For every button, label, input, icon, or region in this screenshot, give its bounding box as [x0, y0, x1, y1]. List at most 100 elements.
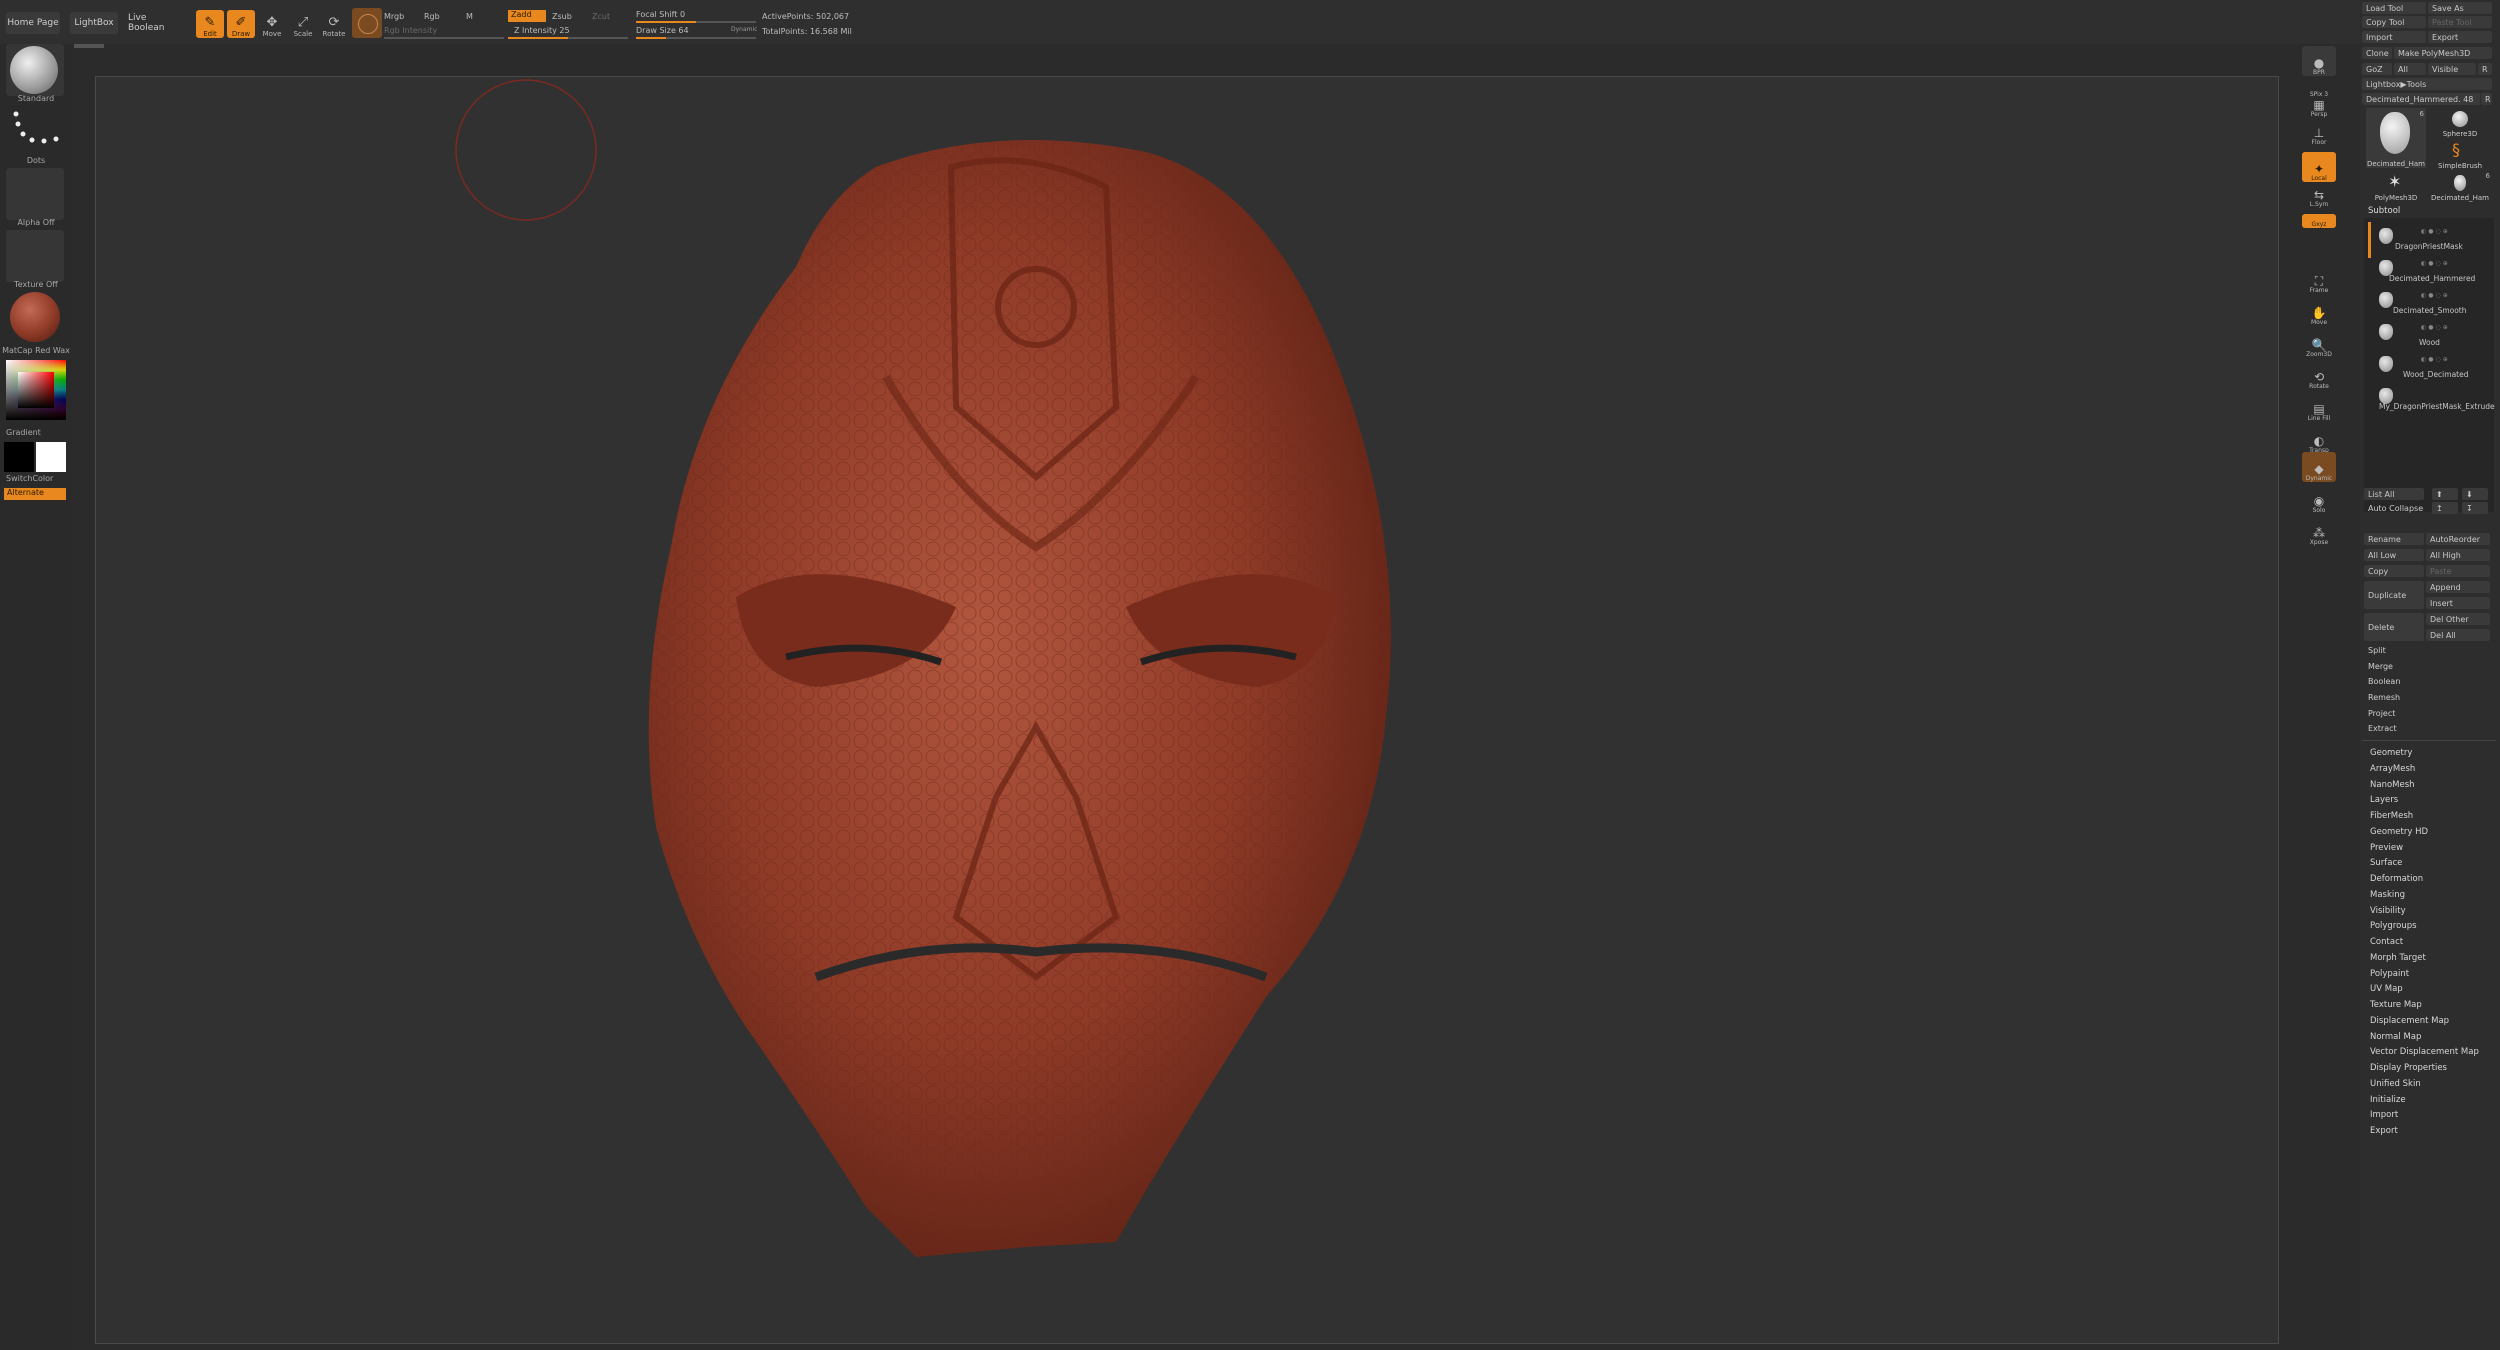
local-button[interactable]: ✦ Local: [2302, 152, 2336, 182]
document-canvas[interactable]: [95, 76, 2279, 1344]
list-all-button[interactable]: List All: [2364, 488, 2424, 500]
gxyz-button[interactable]: Gxyz: [2302, 214, 2336, 228]
live-boolean-button[interactable]: Live Boolean: [128, 12, 184, 34]
subtool-toggles[interactable]: ◐●◌⊕: [2421, 356, 2450, 363]
autoreorder-button[interactable]: AutoReorder: [2426, 533, 2490, 545]
rotate-view-button[interactable]: ⟲ Rotate: [2302, 360, 2336, 390]
menu-contact[interactable]: Contact: [2370, 937, 2403, 947]
dynamic-toggle[interactable]: Dynamic: [731, 26, 757, 33]
alpha-button[interactable]: [6, 168, 64, 220]
export-button[interactable]: Export: [2428, 31, 2492, 43]
tool-thumb-sphere3d[interactable]: Sphere3D: [2428, 108, 2492, 138]
all-button[interactable]: All: [2394, 63, 2426, 75]
menu-fibermesh[interactable]: FiberMesh: [2370, 811, 2413, 821]
menu-texture-map[interactable]: Texture Map: [2370, 1000, 2422, 1010]
auto-collapse-button[interactable]: Auto Collapse: [2364, 502, 2424, 514]
r-button-2[interactable]: R: [2481, 93, 2492, 105]
texture-button[interactable]: [6, 230, 64, 282]
floor-button[interactable]: ⊥ Floor: [2302, 124, 2336, 146]
all-high-button[interactable]: All High: [2426, 549, 2490, 561]
main-color-swatch[interactable]: [4, 442, 34, 472]
split-menu[interactable]: Split: [2368, 646, 2386, 655]
spix-button[interactable]: SPix 3: [2302, 80, 2336, 98]
draw-mode-button[interactable]: ✐ Draw: [227, 10, 255, 38]
subtool-toggles[interactable]: ◐●◌⊕: [2421, 260, 2450, 267]
extract-menu[interactable]: Extract: [2368, 724, 2397, 733]
secondary-color-swatch[interactable]: [36, 442, 66, 472]
move-up-button[interactable]: ⬆: [2432, 488, 2458, 500]
menu-polygroups[interactable]: Polygroups: [2370, 921, 2417, 931]
subtool-item[interactable]: ◐●◌⊕ Wood: [2375, 320, 2493, 350]
remesh-menu[interactable]: Remesh: [2368, 693, 2400, 702]
mrgb-button[interactable]: Mrgb: [384, 12, 404, 21]
r-button[interactable]: R: [2478, 63, 2492, 75]
menu-export[interactable]: Export: [2370, 1126, 2398, 1136]
menu-morph-target[interactable]: Morph Target: [2370, 953, 2426, 963]
lsym-button[interactable]: ⇆ L.Sym: [2302, 186, 2336, 208]
menu-display-properties[interactable]: Display Properties: [2370, 1063, 2447, 1073]
menu-deformation[interactable]: Deformation: [2370, 874, 2423, 884]
subtool-toggles[interactable]: ◐●◌⊕: [2421, 292, 2450, 299]
arrow-down-button[interactable]: ↧: [2462, 502, 2488, 514]
menu-arraymesh[interactable]: ArrayMesh: [2370, 764, 2415, 774]
copy-tool-button[interactable]: Copy Tool: [2362, 16, 2426, 28]
focal-shift-slider[interactable]: Focal Shift 0: [636, 10, 685, 19]
dynamic-button[interactable]: ◆ Dynamic: [2302, 452, 2336, 482]
menu-import[interactable]: Import: [2370, 1110, 2398, 1120]
clone-button[interactable]: Clone: [2362, 47, 2392, 59]
brush-button[interactable]: [6, 44, 64, 96]
subtool-item[interactable]: ◐●◌⊕ DragonPriestMask: [2375, 224, 2493, 254]
zcut-button[interactable]: Zcut: [592, 12, 610, 21]
subtool-header[interactable]: Subtool: [2362, 206, 2500, 216]
draw-size-slider[interactable]: Draw Size 64: [636, 26, 689, 35]
load-tool-button[interactable]: Load Tool: [2362, 2, 2426, 14]
z-intensity-slider[interactable]: Z Intensity 25: [514, 26, 570, 35]
insert-button[interactable]: Insert: [2426, 597, 2490, 609]
menu-nanomesh[interactable]: NanoMesh: [2370, 780, 2415, 790]
solo-button[interactable]: ◉ Solo: [2302, 484, 2336, 514]
rotate-mode-button[interactable]: ⟳ Rotate: [320, 10, 348, 38]
lightbox-button[interactable]: LightBox: [70, 12, 118, 34]
copy-button[interactable]: Copy: [2364, 565, 2424, 577]
z-intensity-track[interactable]: [508, 37, 628, 39]
menu-geometry[interactable]: Geometry: [2370, 748, 2412, 758]
viewport[interactable]: [96, 77, 2278, 1343]
menu-initialize[interactable]: Initialize: [2370, 1095, 2406, 1105]
linefill-button[interactable]: ▤ Line Fill: [2302, 392, 2336, 422]
goz-button[interactable]: GoZ: [2362, 63, 2392, 75]
menu-geometry-hd[interactable]: Geometry HD: [2370, 827, 2428, 837]
all-low-button[interactable]: All Low: [2364, 549, 2424, 561]
subtool-item[interactable]: ◐●◌⊕ Decimated_Smooth: [2375, 288, 2493, 318]
menu-visibility[interactable]: Visibility: [2370, 906, 2406, 916]
alternate-button[interactable]: Alternate: [4, 488, 66, 500]
tool-thumb-polymesh3d[interactable]: ✶ PolyMesh3D: [2366, 172, 2426, 202]
save-as-button[interactable]: Save As: [2428, 2, 2492, 14]
move-view-button[interactable]: ✋ Move: [2302, 296, 2336, 326]
menu-layers[interactable]: Layers: [2370, 795, 2398, 805]
dragon-priest-mask-mesh[interactable]: [648, 140, 1391, 1257]
make-polymesh-button[interactable]: Make PolyMesh3D: [2394, 47, 2492, 59]
color-square[interactable]: [18, 372, 54, 408]
zadd-button[interactable]: Zadd: [508, 10, 546, 22]
menu-normal-map[interactable]: Normal Map: [2370, 1032, 2421, 1042]
xpose-button[interactable]: ⁂ Xpose: [2302, 516, 2336, 546]
tool-thumb-simplebrush[interactable]: § SimpleBrush: [2428, 140, 2492, 170]
delete-button[interactable]: Delete: [2364, 613, 2424, 641]
focal-shift-track[interactable]: [636, 21, 756, 23]
menu-preview[interactable]: Preview: [2370, 843, 2403, 853]
subtool-toggles[interactable]: ◐●◌⊕: [2421, 228, 2450, 235]
tool-thumb-decimated[interactable]: 6 Decimated_Ham: [2366, 108, 2426, 168]
menu-surface[interactable]: Surface: [2370, 858, 2402, 868]
menu-displacement-map[interactable]: Displacement Map: [2370, 1016, 2449, 1026]
del-all-button[interactable]: Del All: [2426, 629, 2490, 641]
menu-uv-map[interactable]: UV Map: [2370, 984, 2403, 994]
frame-button[interactable]: ⛶ Frame: [2302, 264, 2336, 294]
zoom3d-button[interactable]: 🔍 Zoom3D: [2302, 328, 2336, 358]
menu-unified-skin[interactable]: Unified Skin: [2370, 1079, 2421, 1089]
color-picker[interactable]: [6, 360, 66, 420]
bpr-button[interactable]: ● BPR: [2302, 46, 2336, 76]
m-button[interactable]: M: [466, 12, 473, 21]
rgb-intensity-slider[interactable]: Rgb Intensity: [384, 26, 437, 35]
import-button[interactable]: Import: [2362, 31, 2426, 43]
current-tool-slider[interactable]: Decimated_Hammered. 48: [2362, 93, 2480, 105]
